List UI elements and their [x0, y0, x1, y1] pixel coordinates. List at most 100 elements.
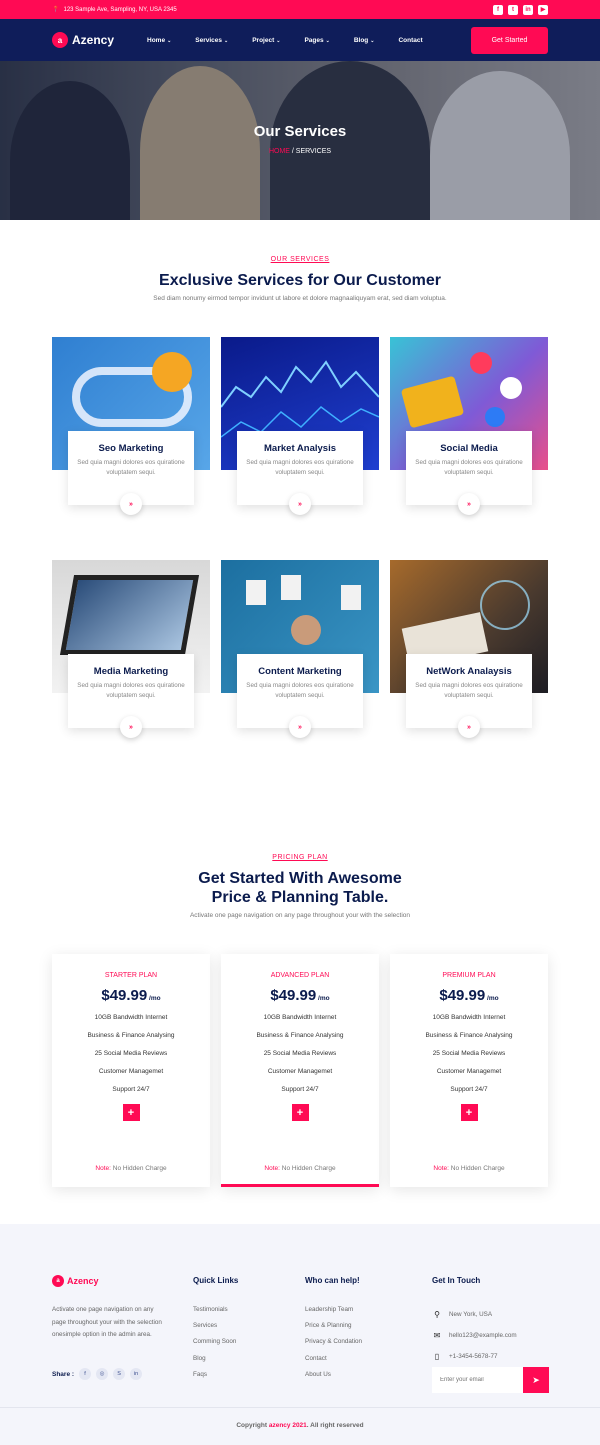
plan-name: PREMIUM PLAN	[442, 972, 496, 979]
footer-link[interactable]: Faqs	[193, 1371, 236, 1387]
logo-text: Azency	[72, 33, 115, 47]
get-started-button[interactable]: Get Started	[471, 26, 548, 54]
copyright-brand[interactable]: azency 2021	[269, 1422, 307, 1429]
breadcrumb-home[interactable]: HOME	[269, 148, 290, 155]
menu-item-pages[interactable]: Pages ⌄	[304, 37, 329, 44]
service-card[interactable]: Social Media Sed quia magni dolores eos …	[390, 337, 548, 517]
skype-icon[interactable]: S	[113, 1368, 126, 1380]
footer-link[interactable]: Blog	[193, 1355, 236, 1371]
chevron-down-icon: ⌄	[370, 37, 375, 44]
double-arrow-right-icon[interactable]: »	[120, 716, 142, 738]
logo[interactable]: a Azency	[52, 32, 147, 48]
service-card[interactable]: Media Marketing Sed quia magni dolores e…	[52, 560, 210, 740]
service-title: Media Marketing	[93, 666, 169, 677]
double-arrow-right-icon[interactable]: »	[289, 716, 311, 738]
footer-link[interactable]: Services	[193, 1322, 236, 1338]
double-arrow-right-icon[interactable]: »	[120, 493, 142, 515]
services-title: Exclusive Services for Our Customer	[159, 272, 441, 289]
plan-feature: Support 24/7	[281, 1086, 319, 1093]
logo-mark: a	[52, 32, 68, 48]
share-label: Share :	[52, 1370, 75, 1378]
linkedin-icon[interactable]: in	[130, 1368, 143, 1380]
footer-link[interactable]: Contact	[305, 1355, 362, 1371]
twitter-icon[interactable]: t	[508, 4, 518, 15]
footer-about: Activate one page navigation on any page…	[52, 1306, 162, 1338]
pricing-description: Activate one page navigation on any page…	[189, 912, 411, 919]
double-arrow-right-icon[interactable]: »	[458, 493, 480, 515]
double-arrow-right-icon[interactable]: »	[289, 493, 311, 515]
plan-feature: 10GB Bandwidth Internet	[263, 1014, 337, 1021]
plan-feature: Customer Managemet	[267, 1068, 333, 1075]
chevron-down-icon: ⌄	[167, 37, 172, 44]
contact-location: New York, USA	[449, 1311, 493, 1318]
service-card[interactable]: Seo Marketing Sed quia magni dolores eos…	[52, 337, 210, 517]
service-title: Seo Marketing	[98, 443, 164, 454]
pricing-tag: PRICING PLAN	[272, 854, 328, 861]
main-nav: a Azency Home ⌄ Services ⌄ Project ⌄ Pages ⌄…	[0, 19, 600, 61]
menu-item-services[interactable]: Services ⌄	[195, 37, 228, 44]
pricing-card: PREMIUM PLAN $49.99 /mo 10GB Bandwidth I…	[390, 954, 548, 1187]
footer-link[interactable]: Leadership Team	[305, 1306, 362, 1322]
footer-link[interactable]: Testimonials	[193, 1306, 236, 1322]
who-can-help-title: Who can help!	[305, 1276, 360, 1285]
page-title: Our Services	[253, 123, 347, 140]
contact-email[interactable]: hello123@example.com	[449, 1332, 517, 1339]
menu-item-contact[interactable]: Contact	[398, 37, 422, 44]
plan-feature: Support 24/7	[450, 1086, 488, 1093]
menu: Home ⌄ Services ⌄ Project ⌄ Pages ⌄ Blog ⌄ Co…	[147, 37, 471, 44]
footer-link[interactable]: Price & Planning	[305, 1322, 362, 1338]
chevron-down-icon: ⌄	[224, 37, 229, 44]
double-arrow-right-icon[interactable]: »	[458, 716, 480, 738]
footer: a Azency Activate one page navigation on…	[0, 1224, 600, 1445]
footer-link[interactable]: Comming Soon	[193, 1338, 236, 1354]
pricing-card: STARTER PLAN $49.99 /mo 10GB Bandwidth I…	[52, 954, 210, 1187]
contact-info: ⚲ New York, USA ✉ hello123@example.com ▯ +1…	[432, 1304, 517, 1367]
plan-feature: Customer Managemet	[436, 1068, 502, 1075]
menu-item-home[interactable]: Home ⌄	[147, 37, 171, 44]
services-tag: OUR SERVICES	[270, 256, 330, 263]
service-title: Market Analysis	[264, 443, 336, 454]
service-text: Sed quia magni dolores eos quiratione vo…	[77, 682, 185, 699]
phone-icon: ▯	[434, 1352, 440, 1361]
linkedin-icon[interactable]: in	[523, 4, 533, 15]
plus-button[interactable]: +	[291, 1104, 309, 1121]
facebook-icon[interactable]: f	[79, 1368, 92, 1380]
top-bar: 📍 123 Sample Ave, Sampling, NY, USA 2345…	[0, 0, 600, 19]
newsletter-email-input[interactable]	[432, 1367, 523, 1393]
location-pin-icon: 📍	[52, 7, 60, 13]
breadcrumb: HOME / SERVICES	[268, 148, 332, 155]
youtube-icon[interactable]: ▶	[538, 4, 548, 15]
menu-item-blog[interactable]: Blog ⌄	[354, 37, 375, 44]
service-title: Social Media	[440, 443, 498, 454]
plus-button[interactable]: +	[460, 1104, 478, 1121]
footer-link[interactable]: About Us	[305, 1371, 362, 1387]
services-description: Sed diam nonumy eirmod tempor invidunt u…	[153, 295, 447, 302]
facebook-icon[interactable]: f	[493, 4, 503, 15]
plan-feature: 10GB Bandwidth Internet	[432, 1014, 506, 1021]
plan-note: Note: No Hidden Charge	[264, 1165, 336, 1172]
get-in-touch-title: Get In Touch	[432, 1276, 481, 1285]
plan-price: $49.99 /mo	[101, 987, 161, 1004]
service-card[interactable]: Content Marketing Sed quia magni dolores…	[221, 560, 379, 740]
address-text: 123 Sample Ave, Sampling, NY, USA 2345	[63, 6, 177, 13]
plan-feature: 25 Social Media Reviews	[94, 1050, 168, 1057]
plus-button[interactable]: +	[122, 1104, 140, 1121]
footer-divider	[0, 1407, 600, 1408]
service-title: Content Marketing	[258, 666, 342, 677]
pinterest-icon[interactable]: ◎	[96, 1368, 109, 1380]
service-title: NetWork Analaysis	[426, 666, 512, 677]
footer-link[interactable]: Privacy & Condation	[305, 1338, 362, 1354]
plan-price: $49.99 /mo	[270, 987, 330, 1004]
menu-item-project[interactable]: Project ⌄	[252, 37, 280, 44]
send-icon[interactable]: ➤	[523, 1367, 549, 1393]
plan-feature: 25 Social Media Reviews	[263, 1050, 337, 1057]
quick-links-title: Quick Links	[193, 1276, 239, 1285]
address: 📍 123 Sample Ave, Sampling, NY, USA 2345	[52, 6, 177, 14]
contact-phone[interactable]: +1-3454-5678-77	[449, 1353, 498, 1360]
service-text: Sed quia magni dolores eos quiratione vo…	[415, 459, 523, 476]
footer-logo[interactable]: a Azency	[52, 1275, 99, 1287]
pricing-card: ADVANCED PLAN $49.99 /mo 10GB Bandwidth …	[221, 954, 379, 1187]
service-card[interactable]: Market Analysis Sed quia magni dolores e…	[221, 337, 379, 517]
plan-feature: Business & Finance Analysing	[87, 1032, 175, 1039]
service-card[interactable]: NetWork Analaysis Sed quia magni dolores…	[390, 560, 548, 740]
